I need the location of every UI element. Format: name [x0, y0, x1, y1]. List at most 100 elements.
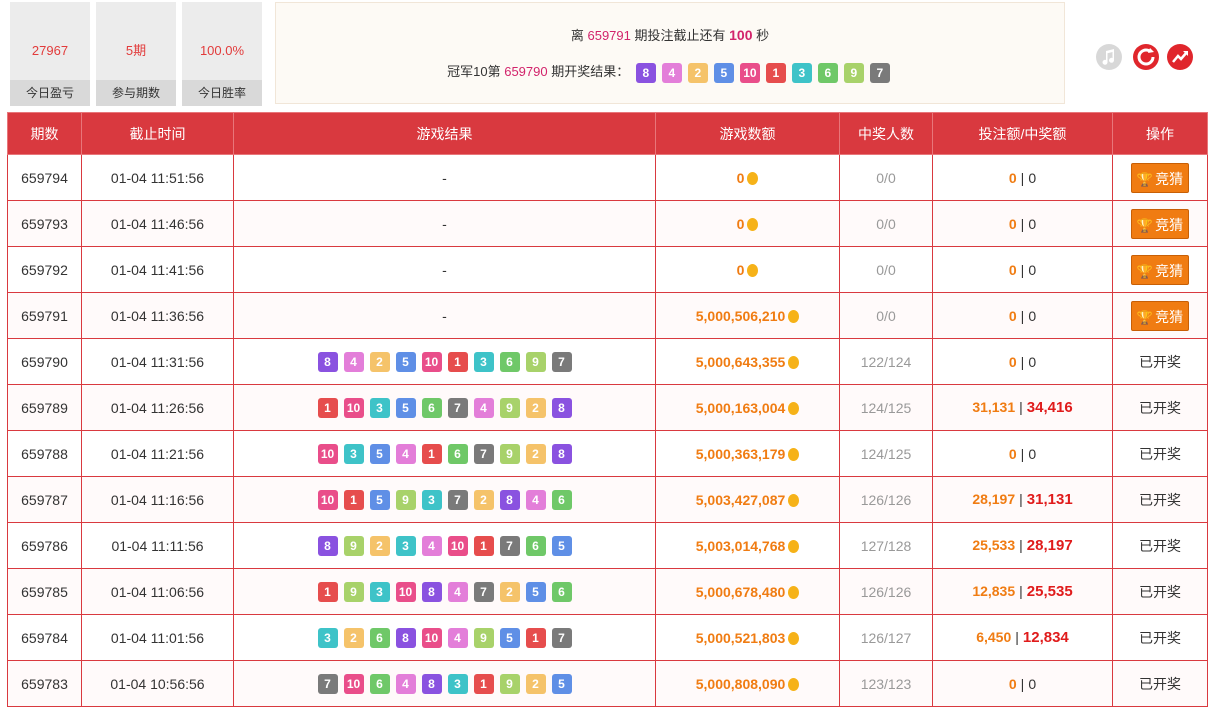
action-cell: 已开奖 [1112, 614, 1208, 661]
separator: | [1020, 353, 1025, 370]
result-ball: 5 [499, 627, 520, 648]
period-cell: 659793 [7, 200, 82, 247]
action-cell[interactable]: 🏆 竞猜 [1112, 246, 1208, 293]
winners-cell: 124/125 [839, 430, 933, 477]
text: 期开奖结果： [551, 64, 630, 79]
result-ball: 6 [817, 62, 838, 83]
result-ball: 1 [421, 443, 442, 464]
action-cell[interactable]: 🏆 竞猜 [1112, 292, 1208, 339]
result-ball: 7 [869, 62, 890, 83]
period-cell: 659790 [7, 338, 82, 385]
result-ball: 3 [447, 673, 468, 694]
separator: | [1019, 583, 1023, 599]
winners-cell: 126/126 [839, 568, 933, 615]
bet-amount: 12,835 [972, 583, 1016, 599]
result-ball: 10 [395, 581, 416, 602]
table-row: 659794 01-04 11:51:56-0 0/0 0 | 0 🏆 竞猜 [7, 154, 1208, 201]
table-row: 659788 01-04 11:21:56 10 3 5 4 1 6 7 9 2 8 5,000,363… [7, 430, 1208, 477]
result-ball: 7 [447, 489, 468, 510]
win-amount: 0 [1028, 261, 1037, 278]
guess-button[interactable]: 🏆 竞猜 [1131, 162, 1189, 193]
result-ball: 6 [369, 627, 390, 648]
separator: | [1020, 215, 1025, 232]
action-cell: 已开奖 [1112, 568, 1208, 615]
table-row: 659790 01-04 11:31:56 8 4 2 5 10 1 3 6 9 7 5,000,643… [7, 338, 1208, 385]
result-ball: 4 [661, 62, 682, 83]
result-ball: 3 [421, 489, 442, 510]
separator: | [1020, 261, 1025, 278]
guess-button[interactable]: 🏆 竞猜 [1131, 208, 1189, 239]
result-ball: 6 [421, 397, 442, 418]
period-cell: 659787 [7, 476, 82, 523]
result-ball: 4 [395, 673, 416, 694]
coin-icon [788, 539, 800, 553]
col-deadline: 截止时间 [81, 112, 234, 155]
result-ball: 5 [551, 535, 572, 556]
result-ball: 4 [395, 443, 416, 464]
stat-value: 100.0% [199, 43, 245, 58]
result-ball: 5 [369, 489, 390, 510]
amount-value: 5,003,014,768 [695, 537, 786, 554]
result-ball: 1 [473, 535, 494, 556]
result-ball: 2 [525, 673, 546, 694]
result-ball: 1 [317, 397, 338, 418]
table-row: 659793 01-04 11:46:56-0 0/0 0 | 0 🏆 竞猜 [7, 200, 1208, 247]
coin-icon [747, 263, 759, 277]
winners-cell: 0/0 [839, 292, 933, 339]
action-cell: 已开奖 [1112, 476, 1208, 523]
result-ball: 9 [525, 351, 546, 372]
trend-icon[interactable] [1167, 44, 1193, 70]
result-ball: 9 [499, 397, 520, 418]
trophy-icon: 🏆 [1136, 217, 1154, 233]
guess-button[interactable]: 🏆 竞猜 [1131, 254, 1189, 285]
bet-win-cell: 0 | 0 [932, 430, 1113, 477]
result-ball: 2 [343, 627, 364, 648]
trophy-icon: 🏆 [1136, 171, 1154, 187]
result-ball: 1 [525, 627, 546, 648]
result-ball: 4 [473, 397, 494, 418]
refresh-icon[interactable] [1133, 44, 1159, 70]
deadline-cell: 01-04 11:06:56 [81, 568, 234, 615]
period-cell: 659792 [7, 246, 82, 293]
deadline-cell: 01-04 10:56:56 [81, 660, 234, 707]
table-row: 659786 01-04 11:11:56 8 9 2 3 4 10 1 7 6 5 5,003,014… [7, 522, 1208, 569]
trophy-icon: 🏆 [1136, 309, 1154, 325]
result-ball: 9 [499, 673, 520, 694]
result-ball: 1 [765, 62, 786, 83]
coin-icon [788, 631, 800, 645]
bet-win-cell: 12,835 | 25,535 [932, 568, 1113, 615]
amount-value: 5,000,163,004 [695, 399, 786, 416]
deadline-cell: 01-04 11:16:56 [81, 476, 234, 523]
bet-win-cell: 6,450 | 12,834 [932, 614, 1113, 661]
table-row: 659787 01-04 11:16:56 10 1 5 9 3 7 2 8 4 6 5,003,427… [7, 476, 1208, 523]
amount-cell: 5,003,014,768 [655, 522, 840, 569]
amount-cell: 5,000,808,090 [655, 660, 840, 707]
countdown-line: 离 659791 期投注截止还有 100 秒 [276, 25, 1064, 44]
winners-cell: 124/125 [839, 384, 933, 431]
period-cell: 659783 [7, 660, 82, 707]
separator: | [1015, 629, 1019, 645]
music-icon[interactable] [1096, 44, 1122, 70]
result-ball: 9 [473, 627, 494, 648]
amount-value: 5,000,506,210 [695, 307, 786, 324]
table-row: 659783 01-04 10:56:56 7 10 6 4 8 3 1 9 2 5 5,000,808… [7, 660, 1208, 707]
winners-cell: 0/0 [839, 246, 933, 293]
countdown-seconds: 100 [729, 27, 753, 43]
guess-button[interactable]: 🏆 竞猜 [1131, 300, 1189, 331]
col-winners: 中奖人数 [839, 112, 933, 155]
result-ball: 10 [317, 489, 338, 510]
separator: | [1020, 169, 1025, 186]
col-bet-win: 投注额/中奖额 [932, 112, 1113, 155]
bet-amount: 31,131 [972, 399, 1016, 415]
result-ball: 3 [369, 581, 390, 602]
amount-value: 5,003,427,087 [695, 491, 786, 508]
deadline-cell: 01-04 11:46:56 [81, 200, 234, 247]
amount-value: 5,000,363,179 [695, 445, 786, 462]
bet-win-cell: 0 | 0 [932, 660, 1113, 707]
result-ball: 7 [473, 443, 494, 464]
action-cell: 已开奖 [1112, 430, 1208, 477]
action-cell[interactable]: 🏆 竞猜 [1112, 154, 1208, 201]
result-ball: 6 [447, 443, 468, 464]
result-ball: 8 [635, 62, 656, 83]
action-cell[interactable]: 🏆 竞猜 [1112, 200, 1208, 247]
